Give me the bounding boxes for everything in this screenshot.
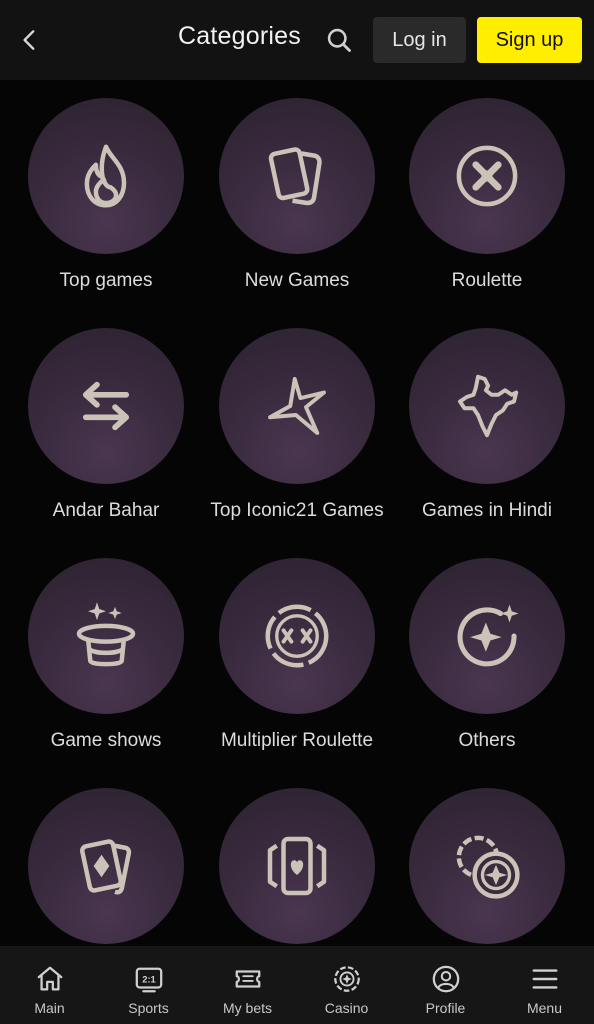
india-map-icon [458,374,519,438]
hamburger-icon [532,969,557,989]
category-grid: Top games New Games Roulette Andar Bahar… [0,80,594,946]
category-top-iconic21[interactable]: Top Iconic21 Games [202,328,392,524]
category-label: Top Iconic21 Games [210,500,384,521]
login-button[interactable]: Log in [373,17,466,63]
nav-main[interactable]: Main [0,946,99,1024]
search-icon [327,28,351,52]
category-multiplier-roulette[interactable]: Multiplier Roulette [202,558,392,754]
top-bar: Categories Log in Sign up [0,0,594,80]
category-heart-cards[interactable] [202,788,392,946]
search-button[interactable] [323,24,355,56]
category-label: Andar Bahar [52,500,160,521]
category-label: Top games [59,270,153,291]
category-tile [219,98,375,254]
heart-card-icon [267,836,327,896]
nav-label: Sports [128,1000,169,1016]
category-label: Roulette [451,270,523,291]
svg-text:2:1: 2:1 [142,974,156,984]
magic-hat-icon [76,602,136,667]
category-tile [409,328,565,484]
category-game-shows[interactable]: Game shows [11,558,201,754]
ticket-icon [235,970,260,988]
home-icon [37,966,62,991]
category-roulette[interactable]: Roulette [392,98,582,294]
category-games-in-hindi[interactable]: Games in Hindi [392,328,582,524]
nav-sports[interactable]: 2:1 Sports [99,946,198,1024]
category-tile [219,328,375,484]
category-tile [28,98,184,254]
nav-label: My bets [222,1000,272,1016]
signup-button[interactable]: Sign up [477,17,582,63]
category-tile [28,328,184,484]
bottom-navigation: Main 2:1 Sports My bets Casino Profile M… [0,946,594,1024]
chips-icon [456,835,520,899]
category-tile [219,558,375,714]
category-tile [28,788,184,944]
nav-profile[interactable]: Profile [396,946,495,1024]
category-card-games[interactable] [11,788,201,946]
category-tile [409,98,565,254]
nav-label: Main [34,1000,65,1016]
casino-chip-icon [333,966,360,992]
cards-icon [268,147,322,206]
category-label: New Games [244,270,350,291]
star-burst-icon [268,377,326,435]
category-others[interactable]: Others [392,558,582,754]
chevron-left-icon [23,30,35,50]
category-tile [409,788,565,944]
nav-label: Profile [425,1000,466,1016]
category-label: Game shows [50,730,162,751]
category-top-games[interactable]: Top games [11,98,201,294]
category-chips[interactable] [392,788,582,946]
profile-icon [432,965,459,993]
category-andar-bahar[interactable]: Andar Bahar [11,328,201,524]
back-button[interactable] [14,24,46,56]
category-label: Others [458,730,516,751]
category-tile [28,558,184,714]
flame-icon [84,144,127,208]
page-title: Categories [178,22,301,50]
category-tile [219,788,375,944]
category-label: Games in Hindi [422,500,552,521]
nav-label: Menu [526,1000,563,1016]
sparkle-circle-icon [457,604,519,667]
nav-label: Casino [324,1000,369,1016]
category-new-games[interactable]: New Games [202,98,392,294]
category-tile [409,558,565,714]
swap-arrows-icon [82,381,130,431]
nav-casino[interactable]: Casino [297,946,396,1024]
roulette-icon [456,145,518,207]
category-label: Multiplier Roulette [220,730,374,751]
diamond-cards-icon [80,839,132,895]
nav-menu[interactable]: Menu [495,946,594,1024]
nav-my-bets[interactable]: My bets [198,946,297,1024]
multiplier-wheel-icon [265,604,329,668]
scoreboard-icon: 2:1 [135,967,162,993]
